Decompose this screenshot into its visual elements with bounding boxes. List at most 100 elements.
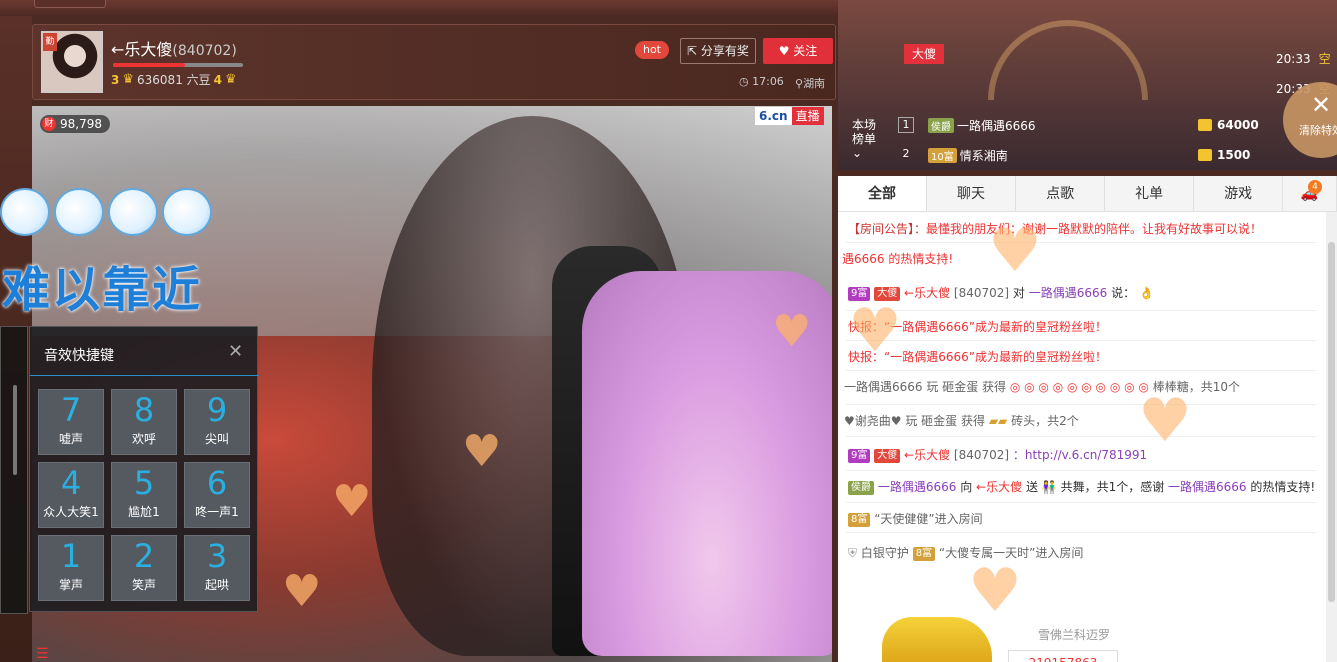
chat-end: 的热情支持!: [1250, 480, 1316, 494]
guard-label: 白银守护: [860, 546, 909, 560]
car-badge: 4: [1307, 180, 1322, 194]
notice-text: 最懂我的朋友们：谢谢一路默默的陪伴。让我有好故事可以说！: [926, 222, 1263, 236]
side-scrollbar[interactable]: [13, 385, 17, 475]
anchor-name[interactable]: ←乐大傻(840702): [111, 36, 237, 60]
chat-user[interactable]: 一路偶遇6666: [878, 480, 957, 494]
heart-effect-icon: ♥: [848, 296, 902, 366]
heart-effect-icon: ♥: [282, 566, 322, 617]
guard-icon: ⛨: [848, 546, 858, 560]
sound-key-5[interactable]: 5 尴尬1: [111, 462, 177, 528]
chat-user[interactable]: ←乐大傻: [904, 448, 950, 462]
sound-key-9[interactable]: 9 尖叫: [184, 389, 250, 455]
ranking-row[interactable]: 2 10富 情系湘南 1500: [898, 144, 1250, 166]
room-notice: 【房间公告】：最懂我的朋友们：谢谢一路默默的陪伴。让我有好故事可以说！: [848, 220, 1262, 237]
heart-effect-icon: ♥: [968, 556, 1022, 626]
chat-message: ♥谢尧曲♥ 玩 砸金蛋 获得 ▰▰ 砖头，共2个: [844, 412, 1079, 429]
key-number: 1: [60, 537, 82, 575]
chat-messages: 【房间公告】：最懂我的朋友们：谢谢一路默默的陪伴。让我有好故事可以说！ 遇666…: [838, 212, 1324, 662]
tab-car[interactable]: 🚗 4: [1283, 176, 1337, 211]
ranking-row[interactable]: 1 侯爵 一路偶遇6666 64000: [898, 114, 1259, 136]
wealth-value: 98,798: [60, 117, 102, 131]
sound-key-1[interactable]: 1 掌声: [38, 535, 104, 601]
chat-scroll-thumb[interactable]: [1328, 242, 1335, 602]
sound-key-8[interactable]: 8 欢呼: [111, 389, 177, 455]
coin-icon: [1198, 149, 1212, 161]
crown-icon: ♛: [122, 72, 135, 87]
divider: [846, 502, 1316, 503]
location-icon: ⚲: [795, 77, 804, 90]
follow-button[interactable]: ♥ 关注: [763, 38, 833, 64]
bubble-icon: [54, 188, 104, 236]
clear-effects-label: 清除特效: [1299, 124, 1337, 137]
chat-scrollbar[interactable]: [1326, 212, 1337, 662]
car-name: 雪佛兰科迈罗: [1038, 628, 1111, 642]
tab-game[interactable]: 游戏: [1194, 176, 1284, 211]
heart-effect-icon: ♥: [332, 476, 372, 527]
key-label: 笑声: [131, 578, 156, 592]
avatar-badge: 勤: [43, 33, 57, 51]
user-level: 8富: [848, 512, 871, 527]
chat-link[interactable]: ：http://v.6.cn/781991: [1013, 448, 1147, 462]
key-number: 4: [60, 464, 82, 502]
share-icon: ⇱: [687, 44, 701, 58]
chat-user[interactable]: ←乐大傻: [904, 286, 950, 300]
divider: [846, 404, 1316, 405]
rank-coins-value: 1500: [1217, 148, 1251, 162]
tab-song[interactable]: 点歌: [1016, 176, 1106, 211]
time-row: 20:33 空: [1276, 44, 1331, 74]
chat-gift: 共舞，共1个，感谢: [1060, 480, 1165, 494]
anchor-avatar[interactable]: 勤: [41, 31, 103, 93]
heart-effect-icon: ♥: [1138, 386, 1192, 456]
rank-number: 1: [898, 117, 914, 133]
location-text: 湖南: [803, 77, 826, 90]
tab-chat[interactable]: 聊天: [927, 176, 1017, 211]
chat-target[interactable]: ←乐大傻: [976, 480, 1022, 494]
tab-all[interactable]: 全部: [838, 176, 928, 211]
tab-gift-list[interactable]: 礼单: [1105, 176, 1195, 211]
car-number: 219157863: [1008, 650, 1118, 662]
key-number: 2: [133, 537, 155, 575]
wealth-badge: 财 98,798: [40, 115, 110, 133]
key-label: 咚一声1: [195, 505, 239, 519]
anchor-tag: 大傻: [904, 44, 945, 64]
menu-icon[interactable]: ☰: [36, 646, 49, 662]
close-icon[interactable]: ✕: [228, 341, 243, 362]
ranking-label[interactable]: 本场榜单 ⌄: [852, 118, 882, 160]
rank-user: 情系湘南: [959, 148, 1008, 163]
chat-result: 砖头，共2个: [1011, 414, 1079, 428]
divider: [846, 470, 1316, 471]
sound-key-2[interactable]: 2 笑声: [111, 535, 177, 601]
chat-user[interactable]: ♥谢尧曲♥: [844, 414, 902, 428]
ranking-board: 本场榜单 ⌄ 1 侯爵 一路偶遇6666 64000 2 10富 情系湘南 150…: [838, 112, 1280, 170]
top-tab-button[interactable]: [34, 0, 106, 8]
level-left: 3: [111, 72, 120, 87]
chat-text: “天使健健”进入房间: [874, 512, 983, 526]
rank-coins: 1500: [1198, 148, 1250, 162]
share-button[interactable]: ⇱ 分享有奖: [680, 38, 756, 64]
coin-icon: [1198, 119, 1212, 131]
sound-key-3[interactable]: 3 起哄: [184, 535, 250, 601]
chat-target[interactable]: 一路偶遇6666: [1029, 286, 1108, 300]
chat-thanks-user[interactable]: 一路偶遇6666: [1168, 480, 1247, 494]
user-level: 9富: [848, 448, 871, 463]
divider: [846, 370, 1316, 371]
sound-key-4[interactable]: 4 众人大笑1: [38, 462, 104, 528]
brick-icon: ▰▰: [988, 414, 1008, 428]
divider: [846, 242, 1316, 243]
level-progress-fill: [113, 63, 185, 67]
close-icon: ✕: [1310, 91, 1332, 119]
bubble-icon: [162, 188, 212, 236]
user-tag: 大傻: [874, 448, 901, 463]
live-label: 直播: [791, 107, 824, 125]
chat-verb: 玩 砸金蛋 获得: [926, 380, 1007, 394]
sound-key-7[interactable]: 7 嘘声: [38, 389, 104, 455]
chat-message: 遇6666 的热情支持!: [842, 252, 954, 266]
sound-key-6[interactable]: 6 咚一声1: [184, 462, 250, 528]
liudou-count: 636081 六豆: [137, 73, 211, 87]
time-suffix: 空: [1318, 52, 1331, 66]
key-number: 8: [133, 391, 155, 429]
chat-user[interactable]: 一路偶遇6666: [844, 380, 923, 394]
ranking-label-text: 本场榜单: [852, 118, 877, 146]
divider: [846, 532, 1316, 533]
chat-say: 说：: [1111, 286, 1136, 300]
